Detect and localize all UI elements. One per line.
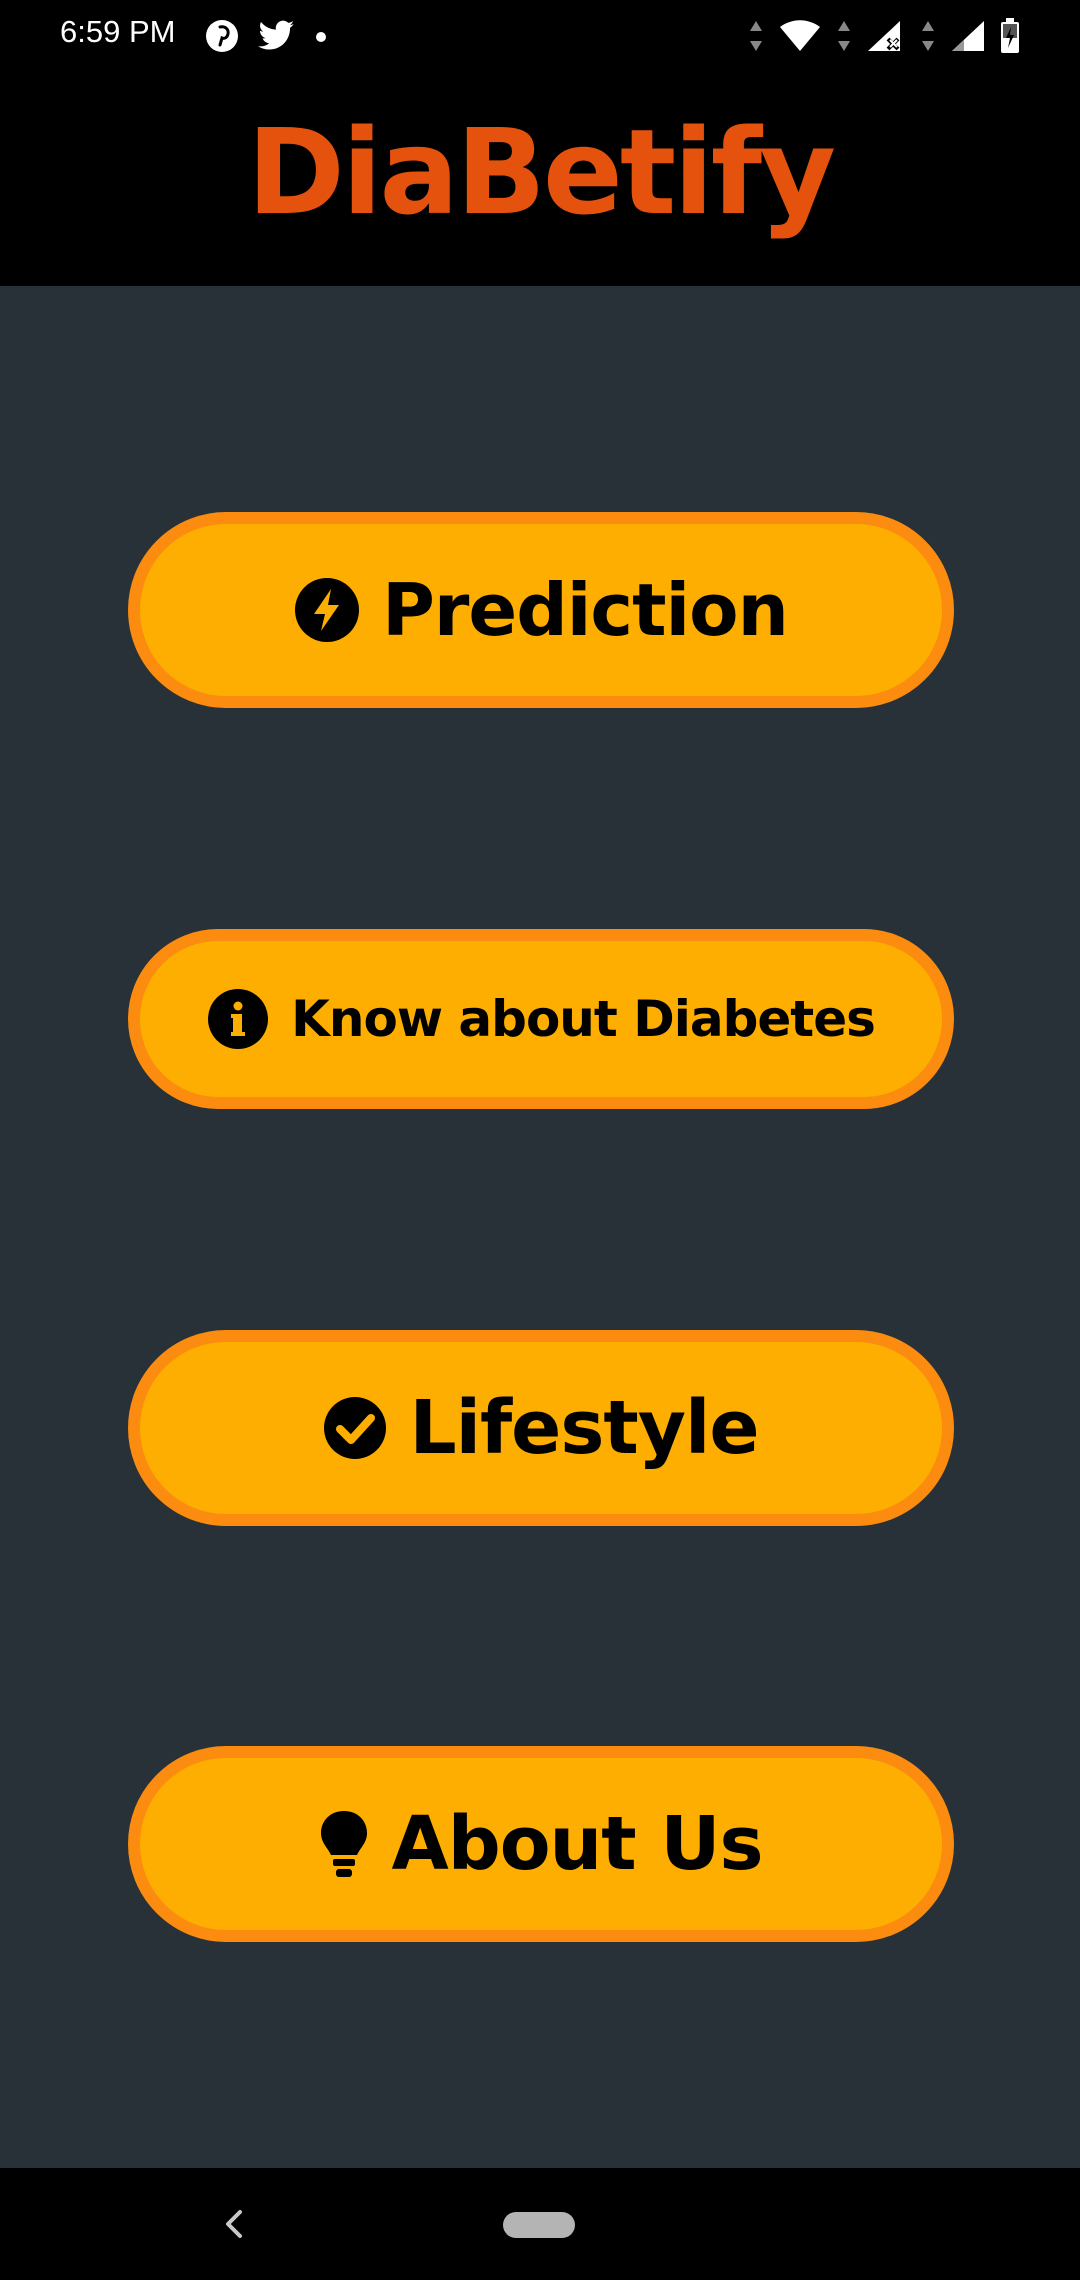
app-screen: 6:59 PM DiaBetify Prediction Know about … <box>0 0 1080 2280</box>
status-time: 6:59 PM <box>60 14 176 49</box>
bolt-icon <box>294 577 360 643</box>
prediction-button[interactable]: Prediction <box>128 512 954 708</box>
status-bar: 6:59 PM <box>0 0 1080 72</box>
prediction-label: Prediction <box>382 568 789 652</box>
battery-charging-icon <box>1000 18 1020 58</box>
pinterest-icon <box>204 18 240 58</box>
app-header: DiaBetify <box>0 72 1080 286</box>
lifestyle-label: Lifestyle <box>409 1385 759 1471</box>
twitter-icon <box>258 20 296 56</box>
status-right-icons <box>748 18 1020 58</box>
know-about-diabetes-label: Know about Diabetes <box>291 990 876 1048</box>
check-circle-icon <box>323 1396 387 1460</box>
wifi-icon <box>778 19 822 57</box>
signal-icon <box>950 19 986 57</box>
data-arrows-icon <box>836 19 852 57</box>
back-icon[interactable] <box>214 2204 254 2244</box>
system-navigation-bar <box>0 2168 1080 2280</box>
home-pill[interactable] <box>503 2212 575 2238</box>
main-content: Prediction Know about Diabetes Lifestyle… <box>0 286 1080 2168</box>
data-arrows-icon <box>920 19 936 57</box>
notification-dot-icon <box>314 29 328 48</box>
app-title: DiaBetify <box>246 103 836 241</box>
lifestyle-button[interactable]: Lifestyle <box>128 1330 954 1526</box>
about-us-label: About Us <box>391 1801 763 1887</box>
know-about-diabetes-button[interactable]: Know about Diabetes <box>128 929 954 1109</box>
data-arrows-icon <box>748 19 764 57</box>
about-us-button[interactable]: About Us <box>128 1746 954 1942</box>
status-left-icons <box>204 18 328 58</box>
info-icon <box>207 988 269 1050</box>
signal-no-service-icon <box>866 19 906 57</box>
lightbulb-icon <box>319 1809 369 1879</box>
